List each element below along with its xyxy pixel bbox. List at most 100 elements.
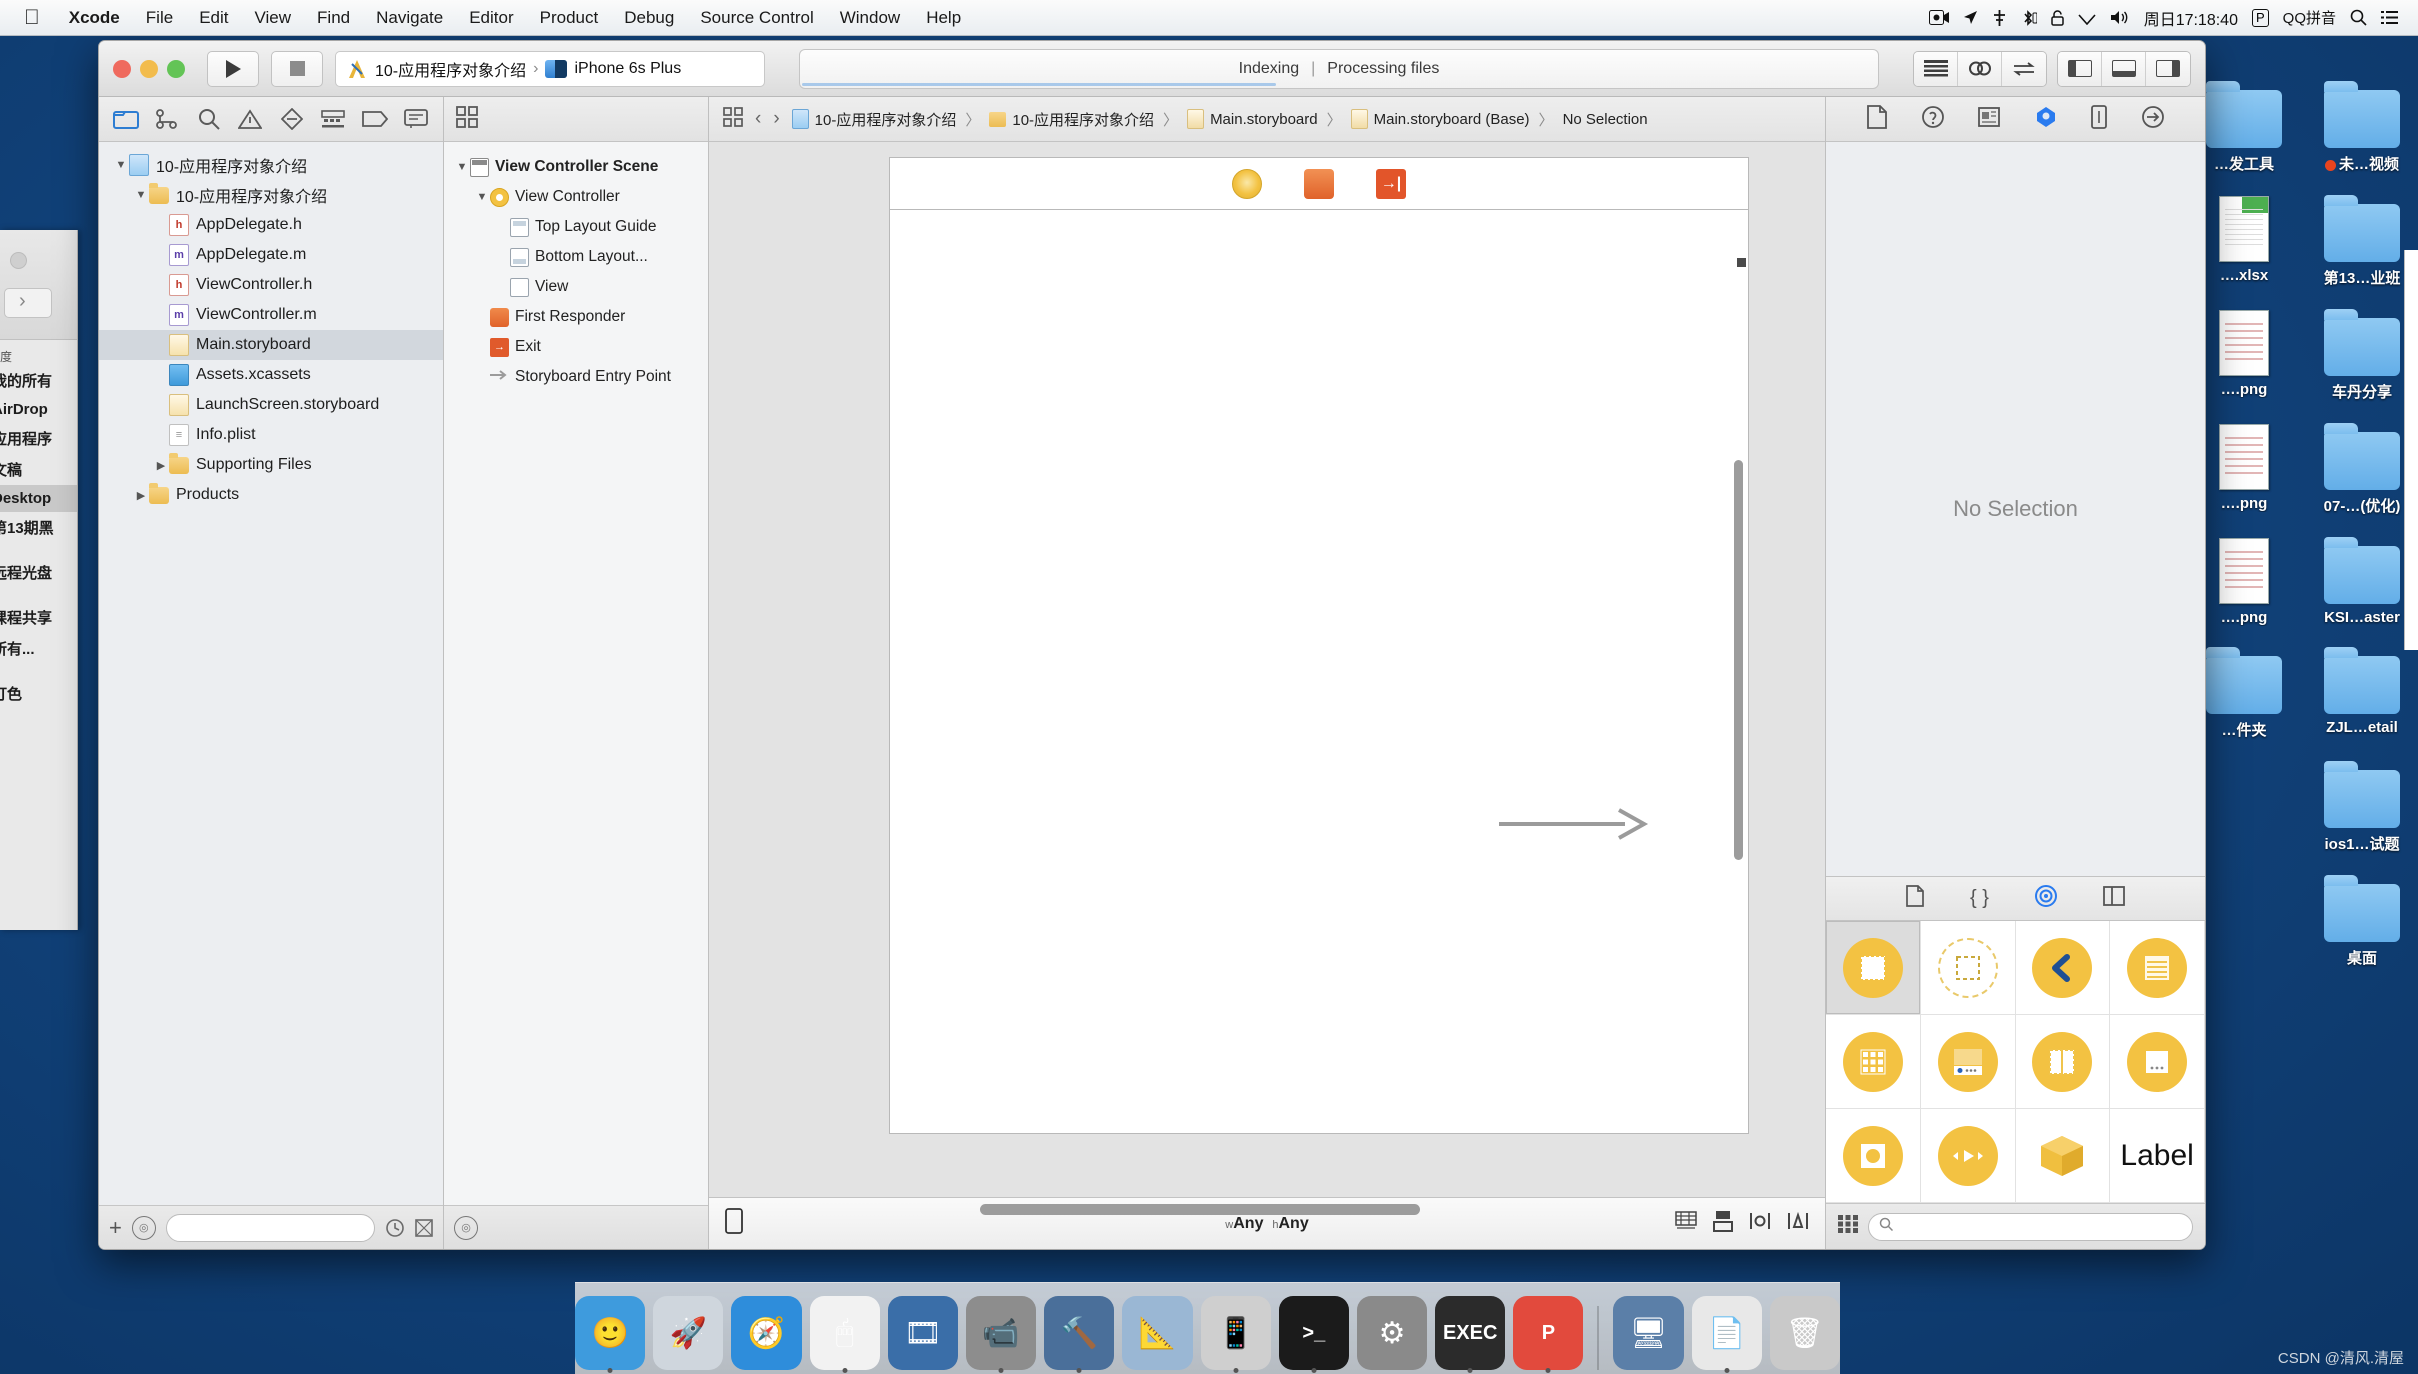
attributes-inspector-icon[interactable]: [2035, 106, 2057, 133]
test-navigator-tab[interactable]: [271, 97, 313, 141]
camera-recorder-app[interactable]: 📹: [965, 1296, 1037, 1373]
forward-button[interactable]: ›: [773, 108, 779, 130]
toggle-inspector-button[interactable]: [2146, 51, 2190, 86]
code-snippet-library-icon[interactable]: { }: [1970, 887, 1989, 910]
editor-mode-segmented-control[interactable]: [1913, 50, 2047, 87]
zoom-button[interactable]: [167, 59, 185, 78]
desktop-icon[interactable]: ….xlsx: [2190, 174, 2298, 288]
outline-row[interactable]: First Responder: [444, 302, 708, 332]
menu-bar-clock[interactable]: 周日17:18:40: [2144, 6, 2238, 30]
bluetooth-icon[interactable]: [2021, 9, 2037, 26]
size-class-indicator[interactable]: wAny hAny: [1225, 1215, 1308, 1233]
outline-row[interactable]: Storyboard Entry Point: [444, 362, 708, 392]
library-item[interactable]: [2015, 921, 2111, 1015]
breadcrumb-segment[interactable]: Main.storyboard: [1210, 111, 1318, 128]
embed-in-icon[interactable]: [1713, 1210, 1733, 1237]
device-preview-icon[interactable]: [725, 1208, 743, 1239]
file-inspector-icon[interactable]: [1867, 104, 1888, 134]
disclosure-triangle[interactable]: ▼: [474, 191, 490, 203]
finder-sidebar-item-6[interactable]: 远程光盘: [0, 557, 77, 588]
issue-navigator-tab[interactable]: [230, 97, 272, 141]
library-item[interactable]: [2015, 1015, 2111, 1109]
apple-logo-icon[interactable]: : [24, 7, 40, 28]
finder-sidebar-item-9[interactable]: 打色: [0, 678, 77, 709]
navigator-row[interactable]: ▼ 10-应用程序对象介绍: [99, 150, 443, 180]
library-item[interactable]: [2110, 1015, 2205, 1109]
menu-item-xcode[interactable]: Xcode: [56, 8, 133, 28]
outline-row[interactable]: View: [444, 272, 708, 302]
outline-row[interactable]: → Exit: [444, 332, 708, 362]
menu-item-navigate[interactable]: Navigate: [363, 8, 456, 28]
input-source-badge[interactable]: P: [2251, 8, 2269, 27]
view-controller-scene[interactable]: →|: [889, 157, 1749, 1157]
panel-toggle-segmented-control[interactable]: [2057, 50, 2191, 87]
terminal-app[interactable]: >_: [1278, 1296, 1349, 1373]
finder-traffic-light[interactable]: [10, 252, 27, 269]
control-center-list-icon[interactable]: [2381, 10, 2398, 25]
debug-navigator-tab[interactable]: [313, 97, 355, 141]
storyboard-canvas[interactable]: →|: [709, 142, 1825, 1197]
library-item[interactable]: [2110, 921, 2205, 1015]
minimize-button[interactable]: [140, 59, 158, 78]
disclosure-triangle[interactable]: ▼: [454, 161, 470, 173]
library-item[interactable]: [1826, 1015, 1921, 1109]
desktop-icon[interactable]: …发工具: [2190, 60, 2298, 174]
navigator-row[interactable]: m ViewController.m: [99, 300, 443, 330]
breakpoint-navigator-tab[interactable]: [354, 97, 396, 141]
add-file-button[interactable]: +: [109, 1215, 122, 1241]
displays-app[interactable]: 🖥: [1613, 1296, 1684, 1370]
menu-item-view[interactable]: View: [241, 8, 304, 28]
toggle-navigator-button[interactable]: [2058, 51, 2102, 86]
navigator-row[interactable]: h ViewController.h: [99, 270, 443, 300]
filter-toggle-icon[interactable]: ◎: [131, 1215, 156, 1240]
finder-forward-button[interactable]: [4, 288, 52, 318]
desktop-icon[interactable]: ios1…试题: [2308, 740, 2416, 854]
executable-app[interactable]: EXEC: [1435, 1296, 1506, 1373]
disclosure-triangle[interactable]: ▼: [133, 189, 149, 201]
instruments-app[interactable]: 📐: [1122, 1296, 1193, 1370]
connections-inspector-icon[interactable]: [2141, 105, 2164, 133]
wifi-icon[interactable]: [2078, 11, 2096, 25]
xcode-window[interactable]: 10-应用程序对象介绍 › iPhone 6s Plus Indexing | …: [98, 40, 2206, 1250]
desktop-icon[interactable]: 桌面: [2308, 854, 2416, 968]
pin-icon[interactable]: [1787, 1211, 1809, 1236]
preview-app[interactable]: 📄: [1691, 1296, 1762, 1373]
library-item[interactable]: [2015, 1109, 2111, 1203]
menu-item-edit[interactable]: Edit: [186, 8, 241, 28]
input-method-label[interactable]: QQ拼音: [2283, 7, 2336, 28]
first-responder-icon[interactable]: [1304, 168, 1334, 199]
library-item[interactable]: [1920, 1015, 2016, 1109]
recent-files-filter-icon[interactable]: [385, 1218, 405, 1238]
view-controller-icon[interactable]: [1232, 168, 1262, 199]
simulator-app[interactable]: 📱: [1200, 1296, 1271, 1373]
desktop-icon[interactable]: …件夹: [2190, 626, 2298, 740]
finder-sidebar-item-1[interactable]: AirDrop: [0, 396, 77, 423]
object-library-icon[interactable]: [2034, 885, 2057, 912]
disclosure-triangle[interactable]: ▼: [113, 159, 129, 171]
menu-item-editor[interactable]: Editor: [456, 8, 526, 28]
launchpad-app[interactable]: 🚀: [653, 1296, 724, 1370]
menu-item-find[interactable]: Find: [304, 8, 363, 28]
screen-recording-icon[interactable]: [1928, 10, 1949, 25]
finder-app[interactable]: 🙂: [575, 1296, 646, 1373]
finder-sidebar-item-7[interactable]: 课程共享: [0, 602, 77, 633]
finder-window-left[interactable]: 度 我的所有 AirDrop 应用程序 文稿 Desktop 第13期黑 远程光…: [0, 230, 78, 930]
navigator-row[interactable]: Assets.xcassets: [99, 360, 443, 390]
align-icon[interactable]: [1749, 1211, 1771, 1236]
close-button[interactable]: [113, 59, 131, 78]
breadcrumb-segment[interactable]: No Selection: [1563, 111, 1648, 128]
menu-item-debug[interactable]: Debug: [611, 8, 687, 28]
mouse-app[interactable]: 🖱: [809, 1296, 880, 1373]
breadcrumb-segment[interactable]: Main.storyboard (Base): [1374, 111, 1530, 128]
scheme-target-label[interactable]: 10-应用程序对象介绍: [375, 57, 526, 81]
outline-grid-icon[interactable]: [456, 105, 478, 133]
quick-help-icon[interactable]: [1921, 105, 1944, 133]
finder-sidebar-item-5[interactable]: 第13期黑: [0, 512, 77, 543]
scene-view-canvas[interactable]: [889, 209, 1749, 1134]
resize-handle[interactable]: [1737, 258, 1746, 267]
breadcrumb-segment[interactable]: 10-应用程序对象介绍: [1012, 109, 1154, 130]
library-item[interactable]: [1920, 921, 2016, 1015]
back-button[interactable]: ‹: [755, 108, 761, 130]
menu-item-source-control[interactable]: Source Control: [687, 8, 826, 28]
toggle-debug-area-button[interactable]: [2102, 51, 2146, 86]
